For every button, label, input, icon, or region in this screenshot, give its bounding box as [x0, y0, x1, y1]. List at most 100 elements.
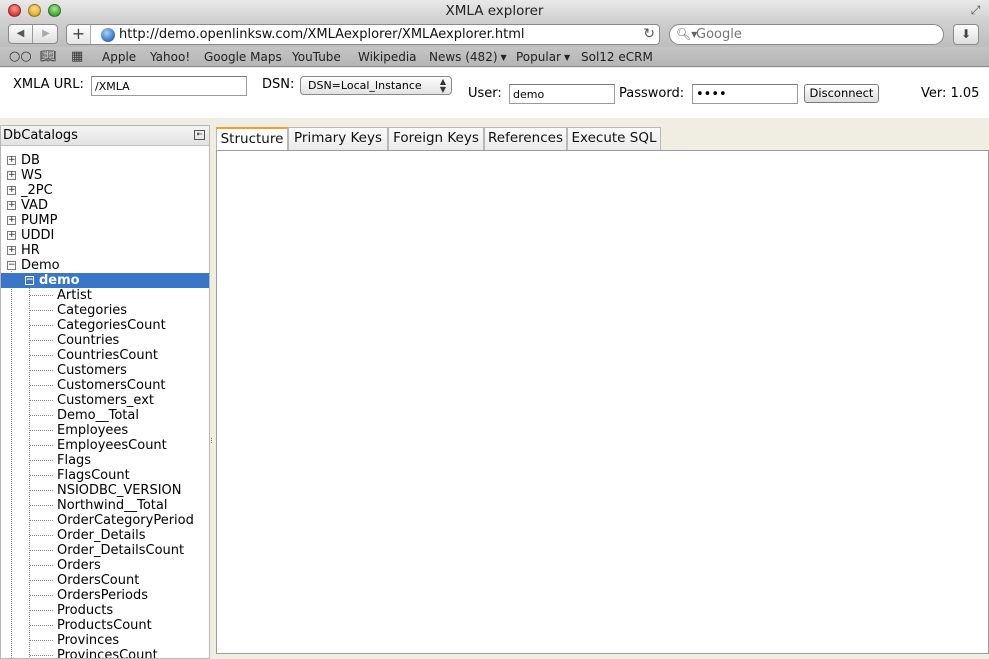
zoom-window-button[interactable]	[48, 4, 61, 17]
search-icon: 🔍︎▾	[676, 27, 698, 41]
tree-header: DbCatalogs ⇤	[1, 126, 209, 146]
tab-references[interactable]: References	[484, 127, 567, 151]
expand-icon[interactable]: +	[7, 171, 16, 180]
expand-icon[interactable]: +	[7, 216, 16, 225]
tree-table-item[interactable]: Order_DetailsCount	[1, 543, 209, 558]
tree-item-label: DB	[21, 153, 40, 168]
search-bar[interactable]: 🔍︎▾	[669, 24, 944, 45]
tab-execute-sql[interactable]: Execute SQL	[567, 127, 661, 151]
tree-item-label: CategoriesCount	[57, 318, 166, 333]
chevron-down-icon: ▼	[564, 53, 571, 62]
tree-item-label: Customers	[57, 363, 127, 378]
forward-icon[interactable]: ▶	[34, 25, 58, 43]
dsn-selected-value: DSN=Local_Instance	[308, 79, 422, 92]
downloads-icon[interactable]: ⬇	[953, 24, 979, 45]
tree-schema-item-selected[interactable]: − demo	[1, 273, 209, 288]
bookmark-wikipedia[interactable]: Wikipedia	[358, 47, 417, 67]
tree-catalog-item[interactable]: + PUMP	[1, 213, 209, 228]
collapse-icon[interactable]: −	[7, 261, 16, 270]
tree-table-item[interactable]: Orders	[1, 558, 209, 573]
address-bar[interactable]: + http://demo.openlinksw.com/XMLAexplore…	[66, 24, 660, 45]
tree-table-item[interactable]: Order_Details	[1, 528, 209, 543]
collapse-icon[interactable]: −	[25, 276, 34, 285]
tree-table-item[interactable]: Customers	[1, 363, 209, 378]
tree-item-label: Customers_ext	[57, 393, 154, 408]
tree-table-item[interactable]: CustomersCount	[1, 378, 209, 393]
tree-item-label: Orders	[57, 558, 101, 573]
password-input[interactable]	[692, 84, 798, 104]
tree-catalog-item-demo[interactable]: − Demo	[1, 258, 209, 273]
tree-table-item[interactable]: OrdersPeriods	[1, 588, 209, 603]
user-label: User:	[468, 86, 502, 101]
fullscreen-icon[interactable]: ⤢	[968, 3, 983, 18]
tree-table-item[interactable]: NSIODBC_VERSION	[1, 483, 209, 498]
tree-catalog-item[interactable]: + DB	[1, 153, 209, 168]
tree-table-item[interactable]: ProvincesCount	[1, 648, 209, 659]
tree-item-label: Products	[57, 603, 114, 618]
tree-table-item[interactable]: OrdersCount	[1, 573, 209, 588]
top-sites-icon[interactable]: ▦	[71, 48, 83, 66]
minimize-window-button[interactable]	[28, 4, 41, 17]
tab-structure[interactable]: Structure	[216, 127, 288, 152]
back-icon[interactable]: ◀	[9, 25, 33, 43]
tree-table-item[interactable]: OrderCategoryPeriod	[1, 513, 209, 528]
tree-item-label: OrdersPeriods	[57, 588, 149, 603]
expand-icon[interactable]: +	[7, 201, 16, 210]
reading-list-icon[interactable]: ○○	[9, 48, 32, 66]
bookmark-menu-news[interactable]: News (482) ▼	[429, 47, 507, 68]
tab-primary-keys[interactable]: Primary Keys	[288, 127, 388, 151]
tree-item-label: ProvincesCount	[57, 648, 158, 659]
add-bookmark-icon[interactable]: +	[67, 25, 91, 44]
close-window-button[interactable]	[8, 4, 21, 17]
tree-table-item[interactable]: Products	[1, 603, 209, 618]
bookmark-menu-popular[interactable]: Popular ▼	[516, 47, 570, 68]
tree-table-item[interactable]: Customers_ext	[1, 393, 209, 408]
bookmark-youtube[interactable]: YouTube	[292, 47, 341, 67]
tree-table-item[interactable]: Demo__Total	[1, 408, 209, 423]
tree-catalog-item[interactable]: + HR	[1, 243, 209, 258]
tab-foreign-keys[interactable]: Foreign Keys	[388, 127, 484, 151]
page-content: XMLA URL: DSN: DSN=Local_Instance ▲▼ Use…	[0, 68, 989, 659]
tree-table-item[interactable]: Employees	[1, 423, 209, 438]
tree-catalog-item[interactable]: + VAD	[1, 198, 209, 213]
tree-catalog-item[interactable]: + UDDI	[1, 228, 209, 243]
bookmark-apple[interactable]: Apple	[102, 47, 136, 67]
tree-table-item[interactable]: EmployeesCount	[1, 438, 209, 453]
tree-table-item[interactable]: Flags	[1, 453, 209, 468]
tree-table-item[interactable]: FlagsCount	[1, 468, 209, 483]
tree-table-item[interactable]: Artist	[1, 288, 209, 303]
tree-table-item[interactable]: Provinces	[1, 633, 209, 648]
expand-icon[interactable]: +	[7, 156, 16, 165]
user-input[interactable]	[509, 84, 615, 104]
bookmark-yahoo[interactable]: Yahoo!	[150, 47, 190, 67]
tree-table-item[interactable]: CategoriesCount	[1, 318, 209, 333]
url-text[interactable]: http://demo.openlinksw.com/XMLAexplorer/…	[119, 25, 524, 44]
bookmark-sol12-ecrm[interactable]: Sol12 eCRM	[581, 47, 653, 67]
tree-item-label: FlagsCount	[57, 468, 130, 483]
tree-table-item[interactable]: ProductsCount	[1, 618, 209, 633]
expand-icon[interactable]: +	[7, 231, 16, 240]
expand-icon[interactable]: +	[7, 186, 16, 195]
tree-catalog-item[interactable]: + _2PC	[1, 183, 209, 198]
dsn-select[interactable]: DSN=Local_Instance ▲ ▼	[300, 76, 452, 95]
splitter-grip-icon[interactable]	[211, 438, 214, 443]
tree-item-label: Countries	[57, 333, 120, 348]
tree-item-label: Demo	[21, 258, 60, 273]
bookmark-google-maps[interactable]: Google Maps	[204, 47, 282, 67]
tree-table-item[interactable]: Northwind__Total	[1, 498, 209, 513]
collapse-panel-icon[interactable]: ⇤	[194, 130, 205, 140]
disconnect-button[interactable]: Disconnect	[804, 84, 879, 103]
expand-icon[interactable]: +	[7, 246, 16, 255]
reload-icon[interactable]: ↻	[643, 25, 655, 44]
tree-table-item[interactable]: Categories	[1, 303, 209, 318]
search-input[interactable]	[696, 26, 936, 43]
password-label: Password:	[619, 86, 685, 101]
window-title: XMLA explorer	[445, 3, 544, 19]
tree-catalog-item[interactable]: + WS	[1, 168, 209, 183]
bookmarks-book-icon[interactable]: 📖︎	[40, 48, 57, 66]
xmla-url-input[interactable]	[91, 76, 247, 96]
tree-table-item[interactable]: Countries	[1, 333, 209, 348]
tree-table-item[interactable]: CountriesCount	[1, 348, 209, 363]
connection-form: XMLA URL: DSN: DSN=Local_Instance ▲▼ Use…	[0, 68, 989, 118]
tree-item-label: Demo__Total	[57, 408, 139, 423]
